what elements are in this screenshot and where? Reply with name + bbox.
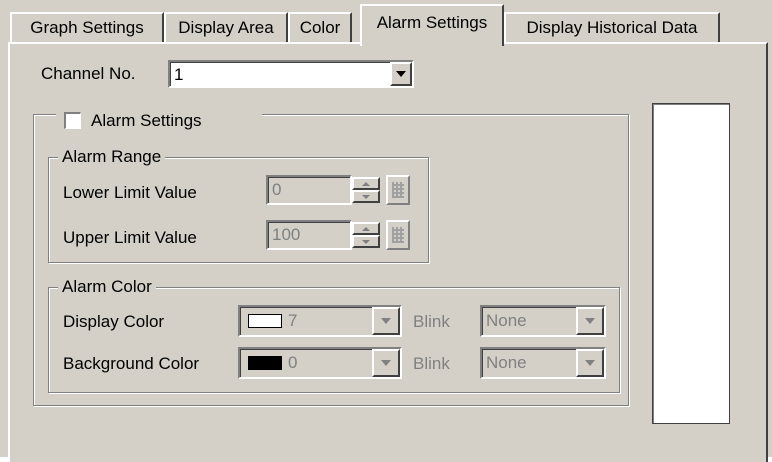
chevron-down-icon: [585, 318, 595, 324]
arrow-up-icon: [362, 181, 370, 186]
channel-label: Channel No.: [41, 64, 136, 83]
tab-graph-settings[interactable]: Graph Settings: [10, 12, 164, 42]
alarm-range-title: Alarm Range: [58, 147, 166, 167]
preview-area: [652, 103, 730, 424]
tab-display-historical-data[interactable]: Display Historical Data: [504, 12, 720, 42]
upper-limit-spin-down[interactable]: [352, 235, 380, 248]
chevron-down-icon: [381, 360, 391, 366]
alarm-color-title: Alarm Color: [58, 277, 156, 297]
display-blink-dropdown-button[interactable]: [576, 307, 604, 335]
alarm-settings-checkbox-label[interactable]: Alarm Settings: [91, 111, 202, 131]
tab-strip: Graph Settings Display Area Color Alarm …: [0, 0, 772, 46]
lower-limit-label: Lower Limit Value: [63, 183, 197, 202]
tab-label: Display Area: [178, 18, 274, 37]
background-color-value: 0: [288, 353, 298, 372]
lower-limit-spin-down[interactable]: [352, 190, 380, 203]
upper-limit-value: 100: [272, 225, 301, 244]
upper-limit-spin-up[interactable]: [352, 222, 380, 235]
display-color-swatch: [248, 314, 282, 328]
tab-label: Alarm Settings: [376, 13, 488, 32]
background-blink-select[interactable]: None: [480, 347, 606, 379]
display-blink-label: Blink: [413, 312, 450, 331]
background-blink-dropdown-button[interactable]: [576, 349, 604, 377]
arrow-up-icon: [362, 226, 370, 231]
background-blink-value: None: [486, 353, 527, 372]
alarm-settings-checkbox[interactable]: [64, 112, 81, 129]
arrow-down-icon: [362, 239, 370, 244]
display-color-select[interactable]: 7: [238, 305, 402, 337]
upper-limit-keypad-icon[interactable]: [386, 220, 410, 250]
lower-limit-spin-up[interactable]: [352, 177, 380, 190]
background-color-label: Background Color: [63, 354, 200, 373]
lower-limit-value: 0: [272, 180, 282, 199]
tab-display-area[interactable]: Display Area: [164, 12, 288, 42]
background-color-select[interactable]: 0: [238, 347, 402, 379]
tab-label: Graph Settings: [30, 18, 144, 37]
dialog: Graph Settings Display Area Color Alarm …: [0, 0, 772, 462]
chevron-down-icon: [396, 71, 406, 77]
lower-limit-keypad-icon[interactable]: [386, 175, 410, 205]
channel-dropdown-button[interactable]: [390, 62, 412, 86]
background-blink-label: Blink: [413, 354, 450, 373]
lower-limit-input[interactable]: 0: [266, 175, 352, 205]
upper-limit-input[interactable]: 100: [266, 220, 352, 250]
background-color-swatch: [248, 356, 282, 370]
tab-label: Color: [299, 18, 341, 37]
display-blink-value: None: [486, 311, 527, 330]
chevron-down-icon: [585, 360, 595, 366]
channel-value: 1: [174, 65, 184, 84]
display-color-label: Display Color: [63, 312, 165, 331]
tab-alarm-settings[interactable]: Alarm Settings: [360, 4, 504, 46]
channel-select[interactable]: 1: [168, 60, 414, 88]
display-color-dropdown-button[interactable]: [372, 307, 400, 335]
display-blink-select[interactable]: None: [480, 305, 606, 337]
arrow-down-icon: [362, 194, 370, 199]
tab-label: Display Historical Data: [526, 18, 698, 37]
upper-limit-label: Upper Limit Value: [63, 228, 197, 247]
tab-color[interactable]: Color: [288, 12, 352, 42]
background-color-dropdown-button[interactable]: [372, 349, 400, 377]
display-color-value: 7: [288, 311, 298, 330]
chevron-down-icon: [381, 318, 391, 324]
